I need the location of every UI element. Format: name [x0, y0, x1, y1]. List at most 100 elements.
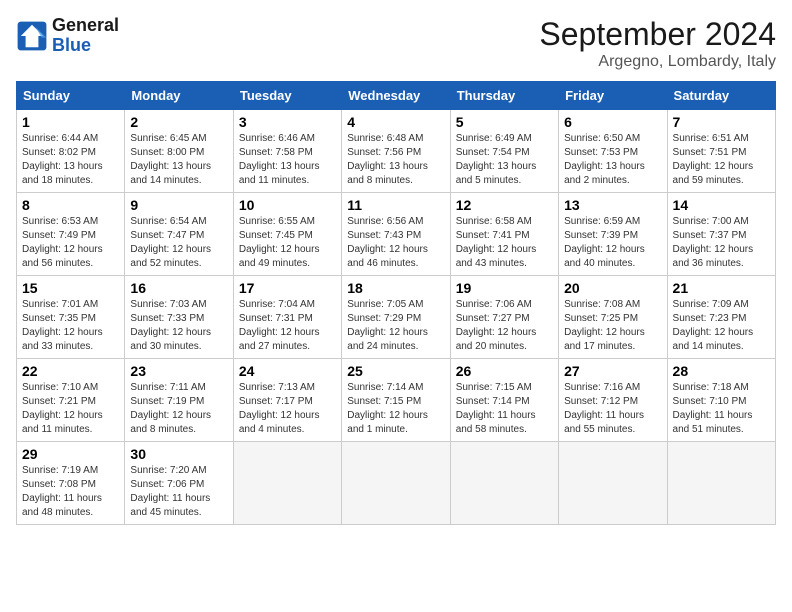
day-number: 16	[130, 280, 227, 296]
calendar-cell: 21 Sunrise: 7:09 AMSunset: 7:23 PMDayligh…	[667, 276, 775, 359]
day-detail: Sunrise: 7:19 AMSunset: 7:08 PMDaylight:…	[22, 465, 102, 518]
col-header-saturday: Saturday	[667, 82, 775, 110]
day-number: 14	[673, 197, 770, 213]
week-row-3: 15Sunrise: 7:01 AMSunset: 7:35 PMDayligh…	[17, 276, 776, 359]
day-detail: Sunrise: 6:50 AMSunset: 7:53 PMDaylight:…	[564, 133, 645, 186]
col-header-tuesday: Tuesday	[233, 82, 341, 110]
title-block: September 2024 Argegno, Lombardy, Italy	[539, 16, 776, 71]
calendar-cell	[342, 442, 450, 525]
calendar-cell: 19 Sunrise: 7:06 AMSunset: 7:27 PMDayligh…	[450, 276, 558, 359]
location: Argegno, Lombardy, Italy	[539, 53, 776, 71]
week-row-2: 8Sunrise: 6:53 AMSunset: 7:49 PMDaylight…	[17, 193, 776, 276]
day-detail: Sunrise: 7:15 AMSunset: 7:14 PMDaylight:…	[456, 382, 536, 435]
day-number: 9	[130, 197, 227, 213]
day-detail: Sunrise: 7:18 AMSunset: 7:10 PMDaylight:…	[673, 382, 753, 435]
day-number: 18	[347, 280, 444, 296]
calendar-cell: 28 Sunrise: 7:18 AMSunset: 7:10 PMDayligh…	[667, 359, 775, 442]
col-header-wednesday: Wednesday	[342, 82, 450, 110]
day-number: 17	[239, 280, 336, 296]
day-detail: Sunrise: 7:16 AMSunset: 7:12 PMDaylight:…	[564, 382, 644, 435]
day-number: 3	[239, 114, 336, 130]
calendar-cell: 2 Sunrise: 6:45 AMSunset: 8:00 PMDaylight…	[125, 110, 233, 193]
calendar-cell: 14 Sunrise: 7:00 AMSunset: 7:37 PMDayligh…	[667, 193, 775, 276]
day-number: 2	[130, 114, 227, 130]
day-number: 24	[239, 363, 336, 379]
day-number: 5	[456, 114, 553, 130]
month-title: September 2024	[539, 16, 776, 53]
calendar-cell	[559, 442, 667, 525]
day-detail: Sunrise: 6:55 AMSunset: 7:45 PMDaylight:…	[239, 216, 320, 269]
calendar-cell: 23Sunrise: 7:11 AMSunset: 7:19 PMDayligh…	[125, 359, 233, 442]
calendar-cell	[233, 442, 341, 525]
day-number: 27	[564, 363, 661, 379]
day-number: 25	[347, 363, 444, 379]
day-detail: Sunrise: 7:00 AMSunset: 7:37 PMDaylight:…	[673, 216, 754, 269]
day-number: 13	[564, 197, 661, 213]
calendar-cell: 9 Sunrise: 6:54 AMSunset: 7:47 PMDaylight…	[125, 193, 233, 276]
day-detail: Sunrise: 7:08 AMSunset: 7:25 PMDaylight:…	[564, 299, 645, 352]
calendar-cell: 3 Sunrise: 6:46 AMSunset: 7:58 PMDaylight…	[233, 110, 341, 193]
day-detail: Sunrise: 6:54 AMSunset: 7:47 PMDaylight:…	[130, 216, 211, 269]
calendar-cell: 10Sunrise: 6:55 AMSunset: 7:45 PMDayligh…	[233, 193, 341, 276]
week-row-1: 1 Sunrise: 6:44 AMSunset: 8:02 PMDaylight…	[17, 110, 776, 193]
calendar-cell: 11 Sunrise: 6:56 AMSunset: 7:43 PMDayligh…	[342, 193, 450, 276]
logo-general: General	[52, 16, 119, 36]
day-number: 11	[347, 197, 444, 213]
calendar-cell	[667, 442, 775, 525]
day-number: 28	[673, 363, 770, 379]
day-detail: Sunrise: 6:49 AMSunset: 7:54 PMDaylight:…	[456, 133, 537, 186]
day-detail: Sunrise: 6:48 AMSunset: 7:56 PMDaylight:…	[347, 133, 428, 186]
col-header-sunday: Sunday	[17, 82, 125, 110]
day-detail: Sunrise: 7:14 AMSunset: 7:15 PMDaylight:…	[347, 382, 428, 435]
calendar-cell: 27 Sunrise: 7:16 AMSunset: 7:12 PMDayligh…	[559, 359, 667, 442]
logo-blue: Blue	[52, 36, 119, 56]
day-number: 30	[130, 446, 227, 462]
calendar-cell: 15Sunrise: 7:01 AMSunset: 7:35 PMDayligh…	[17, 276, 125, 359]
day-detail: Sunrise: 6:51 AMSunset: 7:51 PMDaylight:…	[673, 133, 754, 186]
day-detail: Sunrise: 7:03 AMSunset: 7:33 PMDaylight:…	[130, 299, 211, 352]
calendar-cell: 7 Sunrise: 6:51 AMSunset: 7:51 PMDaylight…	[667, 110, 775, 193]
calendar-cell: 1 Sunrise: 6:44 AMSunset: 8:02 PMDaylight…	[17, 110, 125, 193]
day-detail: Sunrise: 7:09 AMSunset: 7:23 PMDaylight:…	[673, 299, 754, 352]
day-number: 23	[130, 363, 227, 379]
calendar-cell: 12Sunrise: 6:58 AMSunset: 7:41 PMDayligh…	[450, 193, 558, 276]
day-detail: Sunrise: 6:46 AMSunset: 7:58 PMDaylight:…	[239, 133, 320, 186]
calendar-cell: 5 Sunrise: 6:49 AMSunset: 7:54 PMDaylight…	[450, 110, 558, 193]
page-header: General Blue September 2024 Argegno, Lom…	[16, 16, 776, 71]
day-number: 12	[456, 197, 553, 213]
calendar-cell: 20 Sunrise: 7:08 AMSunset: 7:25 PMDayligh…	[559, 276, 667, 359]
calendar-cell: 16 Sunrise: 7:03 AMSunset: 7:33 PMDayligh…	[125, 276, 233, 359]
day-number: 21	[673, 280, 770, 296]
day-number: 1	[22, 114, 119, 130]
day-detail: Sunrise: 7:05 AMSunset: 7:29 PMDaylight:…	[347, 299, 428, 352]
calendar-cell: 22 Sunrise: 7:10 AMSunset: 7:21 PMDayligh…	[17, 359, 125, 442]
calendar-header-row: SundayMondayTuesdayWednesdayThursdayFrid…	[17, 82, 776, 110]
day-number: 19	[456, 280, 553, 296]
day-detail: Sunrise: 6:59 AMSunset: 7:39 PMDaylight:…	[564, 216, 645, 269]
day-detail: Sunrise: 6:45 AMSunset: 8:00 PMDaylight:…	[130, 133, 211, 186]
week-row-4: 22 Sunrise: 7:10 AMSunset: 7:21 PMDayligh…	[17, 359, 776, 442]
logo: General Blue	[16, 16, 119, 56]
day-detail: Sunrise: 7:10 AMSunset: 7:21 PMDaylight:…	[22, 382, 103, 435]
calendar-cell: 17Sunrise: 7:04 AMSunset: 7:31 PMDayligh…	[233, 276, 341, 359]
calendar-cell: 29 Sunrise: 7:19 AMSunset: 7:08 PMDayligh…	[17, 442, 125, 525]
calendar-cell: 8Sunrise: 6:53 AMSunset: 7:49 PMDaylight…	[17, 193, 125, 276]
day-number: 20	[564, 280, 661, 296]
day-detail: Sunrise: 6:44 AMSunset: 8:02 PMDaylight:…	[22, 133, 103, 186]
col-header-friday: Friday	[559, 82, 667, 110]
col-header-monday: Monday	[125, 82, 233, 110]
col-header-thursday: Thursday	[450, 82, 558, 110]
calendar-table: SundayMondayTuesdayWednesdayThursdayFrid…	[16, 81, 776, 525]
day-detail: Sunrise: 7:06 AMSunset: 7:27 PMDaylight:…	[456, 299, 537, 352]
day-number: 6	[564, 114, 661, 130]
day-number: 29	[22, 446, 119, 462]
calendar-cell: 26Sunrise: 7:15 AMSunset: 7:14 PMDayligh…	[450, 359, 558, 442]
day-detail: Sunrise: 6:56 AMSunset: 7:43 PMDaylight:…	[347, 216, 428, 269]
calendar-cell	[450, 442, 558, 525]
day-number: 22	[22, 363, 119, 379]
day-detail: Sunrise: 7:01 AMSunset: 7:35 PMDaylight:…	[22, 299, 103, 352]
calendar-cell: 4Sunrise: 6:48 AMSunset: 7:56 PMDaylight…	[342, 110, 450, 193]
calendar-cell: 18 Sunrise: 7:05 AMSunset: 7:29 PMDayligh…	[342, 276, 450, 359]
calendar-cell: 30Sunrise: 7:20 AMSunset: 7:06 PMDayligh…	[125, 442, 233, 525]
day-number: 7	[673, 114, 770, 130]
